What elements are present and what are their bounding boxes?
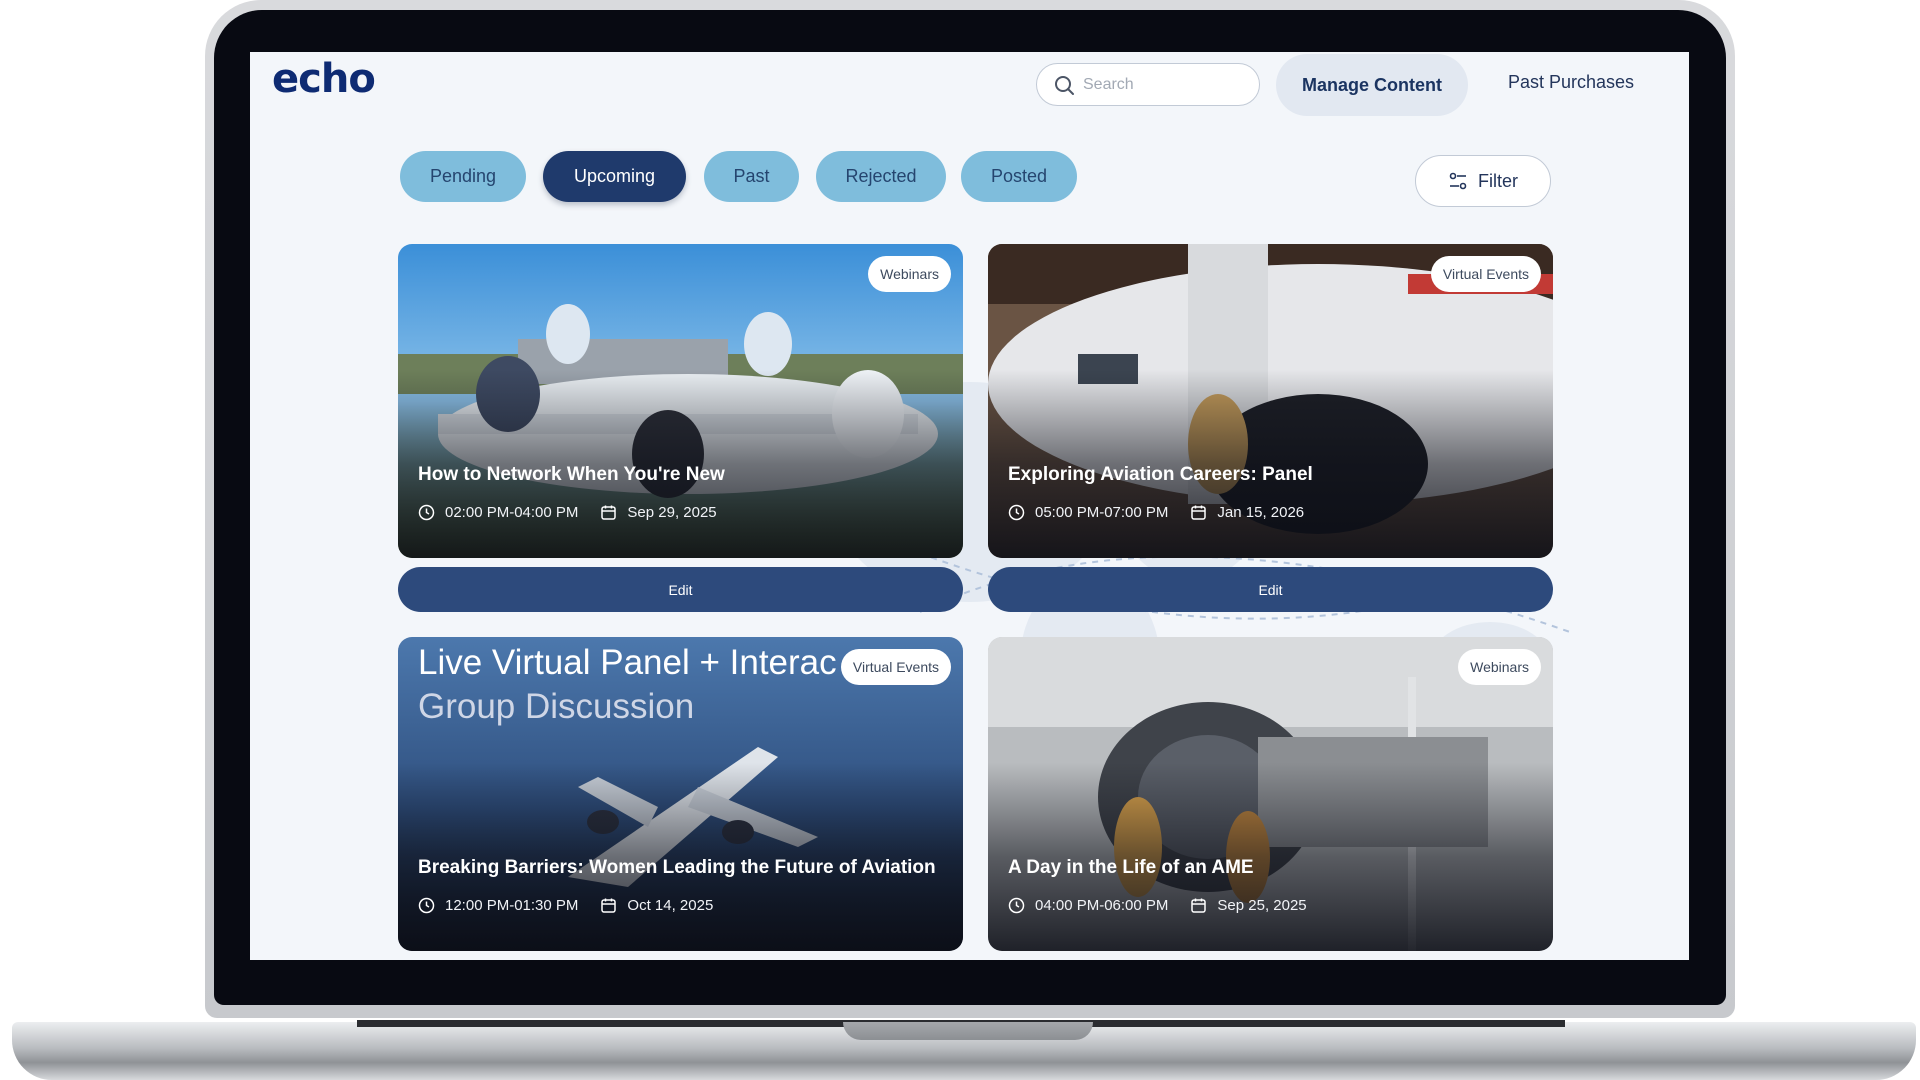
card-time: 04:00 PM-06:00 PM — [1035, 897, 1169, 914]
clock-icon — [418, 504, 435, 521]
tab-upcoming[interactable]: Upcoming — [543, 151, 686, 202]
event-card[interactable]: Webinars A Day in the Life of an AME 04:… — [988, 637, 1553, 951]
card-date: Oct 14, 2025 — [627, 897, 714, 914]
manage-content-button[interactable]: Manage Content — [1276, 54, 1468, 116]
clock-icon — [1008, 897, 1025, 914]
tab-posted[interactable]: Posted — [961, 151, 1077, 202]
edit-button[interactable]: Edit — [398, 567, 963, 612]
filter-icon — [1449, 172, 1467, 190]
card-time: 05:00 PM-07:00 PM — [1035, 504, 1169, 521]
card-time: 12:00 PM-01:30 PM — [445, 897, 579, 914]
overlay-line-1: Live Virtual Panel + Interac — [418, 643, 837, 682]
card-title: Exploring Aviation Careers: Panel — [1008, 464, 1313, 485]
filter-button[interactable]: Filter — [1415, 155, 1551, 207]
card-date: Sep 25, 2025 — [1217, 897, 1307, 914]
card-overlay-heading: Live Virtual Panel + Interac Group Discu… — [418, 641, 837, 729]
laptop-notch — [843, 1022, 1093, 1040]
tab-past[interactable]: Past — [704, 151, 799, 202]
calendar-icon — [601, 505, 617, 520]
echo-logo[interactable]: echo — [272, 56, 376, 102]
card-date: Jan 15, 2026 — [1217, 504, 1305, 521]
card-meta: 05:00 PM-07:00 PM Jan 15, 2026 — [1008, 504, 1304, 521]
event-card[interactable]: Live Virtual Panel + Interac Group Discu… — [398, 637, 963, 951]
card-title: A Day in the Life of an AME — [1008, 857, 1254, 878]
tab-rejected[interactable]: Rejected — [816, 151, 946, 202]
card-title: Breaking Barriers: Women Leading the Fut… — [418, 857, 936, 878]
search-box[interactable] — [1036, 63, 1260, 106]
app-screen: echo Manage Content Past Purchases Pendi… — [250, 52, 1689, 960]
search-input[interactable] — [1083, 75, 1233, 94]
card-meta: 02:00 PM-04:00 PM Sep 29, 2025 — [418, 504, 717, 521]
calendar-icon — [1191, 898, 1207, 913]
card-meta: 04:00 PM-06:00 PM Sep 25, 2025 — [1008, 897, 1307, 914]
card-date: Sep 29, 2025 — [627, 504, 717, 521]
tab-pending[interactable]: Pending — [400, 151, 526, 202]
overlay-line-2: Group Discussion — [418, 687, 695, 726]
category-badge: Virtual Events — [1430, 256, 1541, 292]
category-badge: Virtual Events — [840, 649, 951, 685]
edit-button[interactable]: Edit — [988, 567, 1553, 612]
clock-icon — [418, 897, 435, 914]
clock-icon — [1008, 504, 1025, 521]
category-badge: Webinars — [1458, 649, 1541, 685]
event-card[interactable]: Virtual Events Exploring Aviation Career… — [988, 244, 1553, 558]
filter-label: Filter — [1478, 170, 1518, 191]
calendar-icon — [601, 898, 617, 913]
card-time: 02:00 PM-04:00 PM — [445, 504, 579, 521]
event-card[interactable]: Webinars How to Network When You're New … — [398, 244, 963, 558]
category-badge: Webinars — [868, 256, 951, 292]
calendar-icon — [1191, 505, 1207, 520]
card-meta: 12:00 PM-01:30 PM Oct 14, 2025 — [418, 897, 713, 914]
card-title: How to Network When You're New — [418, 464, 725, 485]
past-purchases-link[interactable]: Past Purchases — [1508, 72, 1634, 93]
search-icon — [1055, 75, 1074, 95]
